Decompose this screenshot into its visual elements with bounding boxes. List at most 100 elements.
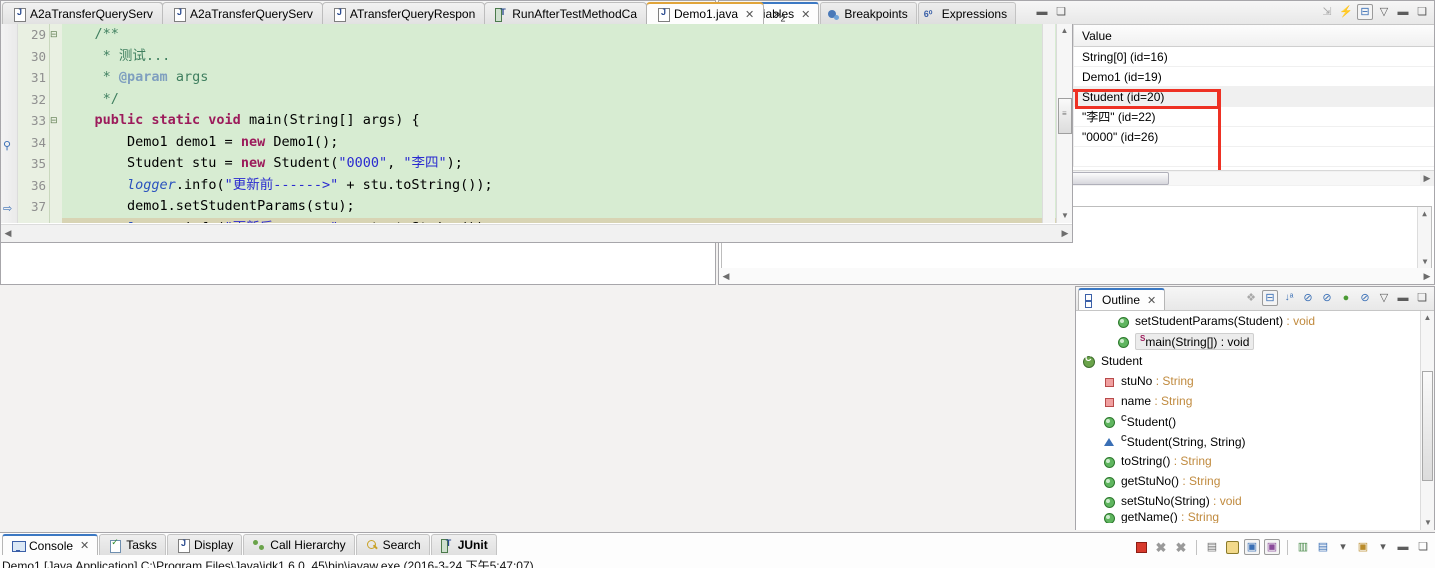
editor-tabs-overflow[interactable]: »2 <box>763 6 791 24</box>
line-number: 30 <box>30 48 46 64</box>
outline-item-setstuno[interactable]: setStuNo(String) : void <box>1076 491 1434 511</box>
scroll-up-icon[interactable]: ▲ <box>1057 24 1072 38</box>
maximize-icon[interactable]: ❏ <box>1053 4 1069 20</box>
outline-vscrollbar[interactable]: ▲ ▼ <box>1420 311 1434 530</box>
scroll-lock-icon[interactable] <box>1224 539 1240 555</box>
terminate-icon[interactable] <box>1133 539 1149 555</box>
display-selected-console-icon[interactable]: ▥ <box>1295 539 1311 555</box>
source-code[interactable]: /** * 测试... * @param args */ public stat… <box>62 24 1072 223</box>
view-menu-toggle-icon[interactable]: ⊟ <box>1357 4 1373 20</box>
remove-all-terminated-icon[interactable]: ✖ <box>1173 539 1189 555</box>
scroll-down-icon[interactable]: ▼ <box>1418 255 1432 269</box>
new-console-dropdown-icon[interactable]: ▾ <box>1375 539 1391 555</box>
outline-item-getname[interactable]: getName() : String <box>1076 511 1434 523</box>
outline-tree[interactable]: setStudentParams(Student) : void Smain(S… <box>1076 311 1434 530</box>
outline-item-setstudentparams[interactable]: setStudentParams(Student) : void <box>1076 311 1434 331</box>
code-line-29[interactable]: /** <box>62 24 1072 46</box>
minimize-icon[interactable]: ▬ <box>1395 4 1411 20</box>
view-menu-icon[interactable]: ▽ <box>1376 4 1392 20</box>
remove-launch-icon[interactable]: ✖ <box>1153 539 1169 555</box>
outline-item-name[interactable]: name : String <box>1076 391 1434 411</box>
fold-marker[interactable]: ⊟ <box>50 110 62 132</box>
outline-item-tostring[interactable]: toString() : String <box>1076 451 1434 471</box>
column-header-value[interactable]: Value <box>1074 25 1434 47</box>
new-console-view-icon[interactable]: ▣ <box>1355 539 1371 555</box>
detail-hscrollbar[interactable]: ◀ ▶ <box>719 268 1434 284</box>
editor-tab-a2atransferqueryserv-1[interactable]: A2aTransferQueryServ <box>2 2 163 24</box>
open-console-dropdown-icon[interactable]: ▾ <box>1335 539 1351 555</box>
code-line-33[interactable]: public static void main(String[] args) { <box>62 110 1072 132</box>
open-console-icon[interactable]: ▤ <box>1315 539 1331 555</box>
scroll-down-icon[interactable]: ▼ <box>1421 516 1434 530</box>
maximize-icon[interactable]: ❏ <box>1414 4 1430 20</box>
code-line-31[interactable]: * @param args <box>62 67 1072 89</box>
focus-on-active-task-icon[interactable]: ❖ <box>1243 290 1259 306</box>
code-line-38[interactable]: logger.info("更新后------>" + stu.toString(… <box>62 217 1072 223</box>
view-menu-icon[interactable]: ▽ <box>1376 290 1392 306</box>
hide-non-public-icon[interactable]: ● <box>1338 290 1354 306</box>
code-line-35[interactable]: Student stu = new Student("0000", "李四"); <box>62 153 1072 175</box>
outline-item-main[interactable]: Smain(String[]) : void <box>1076 331 1434 351</box>
close-icon[interactable]: ✕ <box>745 8 754 21</box>
tab-junit[interactable]: JUnit <box>430 534 497 555</box>
tab-call-hierarchy[interactable]: Call Hierarchy <box>243 534 355 555</box>
scroll-right-icon[interactable]: ▶ <box>1420 173 1434 184</box>
collapse-all-icon[interactable]: ⊟ <box>1262 290 1278 306</box>
vscroll-thumb[interactable]: ≡ <box>1058 98 1072 134</box>
code-line-32[interactable]: */ <box>62 89 1072 111</box>
show-logical-structure-icon[interactable]: ⚡ <box>1338 4 1354 20</box>
pin-console-icon[interactable]: ▣ <box>1244 539 1260 555</box>
outline-item-student-ctor[interactable]: CStudent() <box>1076 411 1434 431</box>
show-console-on-output-icon[interactable]: ▣ <box>1264 539 1280 555</box>
fold-marker[interactable]: ⊟ <box>50 24 62 46</box>
maximize-icon[interactable]: ❏ <box>1415 539 1431 555</box>
code-line-37[interactable]: demo1.setStudentParams(stu); <box>62 196 1072 218</box>
outline-item-student-ctor-2[interactable]: CStudent(String, String) <box>1076 431 1434 451</box>
restore-icon[interactable]: ▬ <box>1034 4 1050 20</box>
tab-display[interactable]: Display <box>166 534 243 555</box>
code-token: @param <box>118 69 168 85</box>
editor-tab-a2atransferqueryserv-2[interactable]: A2aTransferQueryServ <box>161 2 323 24</box>
close-icon[interactable]: ✕ <box>80 539 89 552</box>
hide-fields-icon[interactable]: ⊘ <box>1300 290 1316 306</box>
outline-item-getstuno[interactable]: getStuNo() : String <box>1076 471 1434 491</box>
outline-item-stuno[interactable]: stuNo : String <box>1076 371 1434 391</box>
detail-vscrollbar[interactable]: ▲ ▼ <box>1417 207 1431 269</box>
vscroll-thumb[interactable] <box>1422 371 1433 481</box>
method-public-icon <box>1102 474 1116 488</box>
scroll-right-icon[interactable]: ▶ <box>1058 228 1072 239</box>
breakpoint-ruler[interactable]: ⚲ ⇨ <box>1 24 18 223</box>
outline-item-student-class[interactable]: Student <box>1076 351 1434 371</box>
hide-static-members-icon[interactable]: ⊘ <box>1319 290 1335 306</box>
code-line-30[interactable]: * 测试... <box>62 46 1072 68</box>
collapse-all-icon[interactable]: ⇲ <box>1319 4 1335 20</box>
tab-tasks[interactable]: Tasks <box>99 534 166 555</box>
hide-local-types-icon[interactable]: ⊘ <box>1357 290 1373 306</box>
folding-ruler[interactable]: ⊟ ⊟ <box>50 24 62 223</box>
sort-icon[interactable]: ↓ᵃ <box>1281 290 1297 306</box>
code-line-36[interactable]: logger.info("更新前------>" + stu.toString(… <box>62 175 1072 197</box>
scroll-left-icon[interactable]: ◀ <box>719 271 733 282</box>
editor-vscrollbar[interactable]: ▲ ≡ ▼ <box>1056 24 1072 223</box>
hscroll-track[interactable] <box>15 227 1058 240</box>
scroll-right-icon[interactable]: ▶ <box>1420 271 1434 282</box>
close-icon[interactable]: ✕ <box>1147 294 1156 307</box>
tab-search[interactable]: Search <box>355 534 430 555</box>
tab-outline[interactable]: Outline ✕ <box>1078 288 1166 310</box>
scroll-down-icon[interactable]: ▼ <box>1057 209 1072 223</box>
clear-console-icon[interactable]: ▤ <box>1204 539 1220 555</box>
minimize-icon[interactable]: ▬ <box>1395 539 1411 555</box>
editor-tab-demo1-java[interactable]: Demo1.java ✕ <box>646 2 765 24</box>
editor-hscrollbar[interactable]: ◀ ▶ <box>1 224 1072 242</box>
editor-tab-atransferqueryrespon[interactable]: ATransferQueryRespon <box>321 2 486 24</box>
minimize-icon[interactable]: ▬ <box>1395 290 1411 306</box>
scroll-left-icon[interactable]: ◀ <box>1 228 15 239</box>
maximize-icon[interactable]: ❏ <box>1414 290 1430 306</box>
hscroll-track[interactable] <box>733 269 1420 283</box>
scroll-up-icon[interactable]: ▲ <box>1418 207 1431 221</box>
tab-console[interactable]: Console ✕ <box>2 534 99 555</box>
code-line-34[interactable]: Demo1 demo1 = new Demo1(); <box>62 132 1072 154</box>
scroll-up-icon[interactable]: ▲ <box>1421 311 1434 325</box>
code-area[interactable]: ⚲ ⇨ 29 30 31 32 33 34 35 36 37 ⊟ ⊟ /** *… <box>1 24 1072 223</box>
editor-tab-runaftertestmethodca[interactable]: RunAfterTestMethodCa <box>484 2 647 24</box>
